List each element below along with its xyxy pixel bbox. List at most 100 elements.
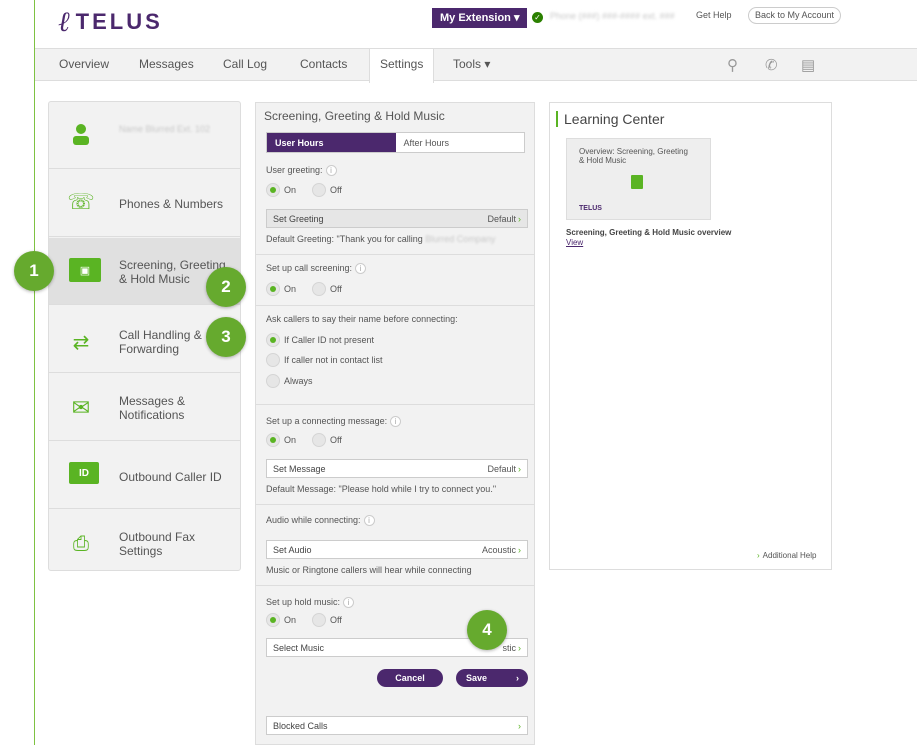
chevron-right-icon: › [518,464,521,474]
my-extension-button[interactable]: My Extension ▾ [432,8,528,28]
document-icon [631,175,643,189]
default-greeting-text: Default Greeting: "Thank you for calling… [266,234,496,244]
radio-unselected[interactable] [266,374,280,388]
radio-off[interactable] [312,282,327,296]
phone-grid-icon: ☏ [67,189,95,214]
sidebar-item-label: Messages & Notifications [119,394,186,422]
thumbnail-caption: Screening, Greeting & Hold Music overvie… [566,228,732,237]
step-badge-1: 1 [14,251,54,291]
radio-off[interactable] [312,183,327,197]
set-audio-button[interactable]: Set Audio Acoustic › [266,540,528,559]
radio-on[interactable] [266,433,280,447]
step-badge-3: 3 [206,317,246,357]
extension-phone-number: Phone (###) ###-#### ext. ### [550,11,675,21]
thumbnail-title: Overview: Screening, Greeting & Hold Mus… [579,147,688,165]
info-icon[interactable]: i [325,165,337,176]
sidebar-item-label: Name Blurred Ext. 102 [119,124,211,134]
chevron-right-icon: › [518,643,521,653]
divider [256,404,534,405]
thumbnail-logo: TELUS [579,205,602,212]
nav-overview[interactable]: Overview [49,49,119,82]
call-screening-radio: On Off [266,282,342,296]
sidebar-item-label: Outbound Caller ID [119,470,222,484]
sidebar-item-phones-numbers[interactable]: ☏ Phones & Numbers [49,170,240,237]
radio-on[interactable] [266,613,280,627]
sidebar-item-outbound-caller-id[interactable]: ID Outbound Caller ID [49,442,240,509]
learning-center: Learning Center Overview: Screening, Gre… [549,102,832,570]
org-chart-icon[interactable]: ⚲ [727,56,738,74]
chevron-right-icon: › [518,721,521,731]
blocked-calls-button[interactable]: Blocked Calls › [266,716,528,735]
additional-help-link[interactable]: › Additional Help [757,551,816,560]
nav-contacts[interactable]: Contacts [290,49,357,82]
divider [256,585,534,586]
telus-logo[interactable]: ℓ TELUS [58,8,163,36]
info-icon[interactable]: i [355,263,367,274]
sidebar-item-profile[interactable]: Name Blurred Ext. 102 [49,102,240,169]
info-icon[interactable]: i [363,515,375,526]
divider [256,254,534,255]
nav-messages[interactable]: Messages [129,49,204,82]
audio-note-text: Music or Ringtone callers will hear whil… [266,565,472,575]
call-forward-icon: ⇄ [72,331,90,354]
radio-on[interactable] [266,282,280,296]
fax-icon: ⎙ [73,532,89,555]
user-icon [67,120,95,148]
learning-center-title: Learning Center [556,111,664,127]
sidebar-item-outbound-fax[interactable]: ⎙ Outbound Fax Settings [49,510,240,577]
status-check-icon: ✓ [532,12,543,23]
audio-connecting-label: Audio while connecting: i [266,515,375,526]
not-in-contact-option: If caller not in contact list [266,353,383,367]
nav-settings[interactable]: Settings [369,49,435,83]
tab-user-hours[interactable]: User Hours [267,133,396,152]
phone-icon[interactable]: ✆ [765,56,778,74]
radio-selected[interactable] [266,333,280,347]
id-card-icon: ▣ [69,258,101,282]
radio-off[interactable] [312,613,327,627]
sidebar-item-label: Outbound Fax Settings [119,530,196,558]
set-greeting-button[interactable]: Set Greeting Default › [266,209,528,228]
notes-icon[interactable]: ▤ [801,56,815,74]
ask-callers-label: Ask callers to say their name before con… [266,314,458,324]
main-nav: Overview Messages Call Log Contacts Sett… [35,48,917,83]
chevron-right-icon: › [518,214,521,224]
hours-tabs: User Hours After Hours [266,132,525,153]
caller-id-not-present-option: If Caller ID not present [266,333,374,347]
tab-after-hours[interactable]: After Hours [396,133,525,152]
get-help-link[interactable]: Get Help [696,10,732,20]
panel-title: Screening, Greeting & Hold Music [264,109,445,123]
hold-music-radio: On Off [266,613,342,627]
set-message-button[interactable]: Set Message Default › [266,459,528,478]
divider [256,305,534,306]
nav-tools[interactable]: Tools ▾ [443,49,500,82]
default-message-text: Default Message: "Please hold while I tr… [266,484,497,494]
hold-music-label: Set up hold music: i [266,597,355,608]
user-greeting-label: User greeting: i [266,165,337,176]
telus-wordmark: TELUS [75,9,163,34]
connecting-message-radio: On Off [266,433,342,447]
video-thumbnail[interactable]: Overview: Screening, Greeting & Hold Mus… [566,138,711,220]
divider [256,504,534,505]
save-button[interactable]: Save › [456,669,528,687]
info-icon[interactable]: i [343,597,355,608]
radio-on[interactable] [266,183,280,197]
envelope-icon: ✉ [71,395,91,420]
call-screening-label: Set up call screening: i [266,263,367,274]
info-icon[interactable]: i [390,416,402,427]
telus-logo-icon: ℓ [58,5,70,38]
chevron-right-icon: › [518,545,521,555]
step-badge-2: 2 [206,267,246,307]
view-link[interactable]: View [566,238,583,247]
cancel-button[interactable]: Cancel [377,669,443,687]
radio-unselected[interactable] [266,353,280,367]
back-to-account-button[interactable]: Back to My Account [748,7,842,24]
chevron-right-icon: › [757,551,760,560]
sidebar-item-messages-notifications[interactable]: ✉ Messages & Notifications [49,374,240,441]
radio-off[interactable] [312,433,327,447]
step-badge-4: 4 [467,610,507,650]
sidebar-item-label: Phones & Numbers [119,197,224,211]
chevron-right-icon: › [516,673,519,683]
nav-call-log[interactable]: Call Log [213,49,277,82]
always-option: Always [266,374,313,388]
user-greeting-radio: On Off [266,183,342,197]
